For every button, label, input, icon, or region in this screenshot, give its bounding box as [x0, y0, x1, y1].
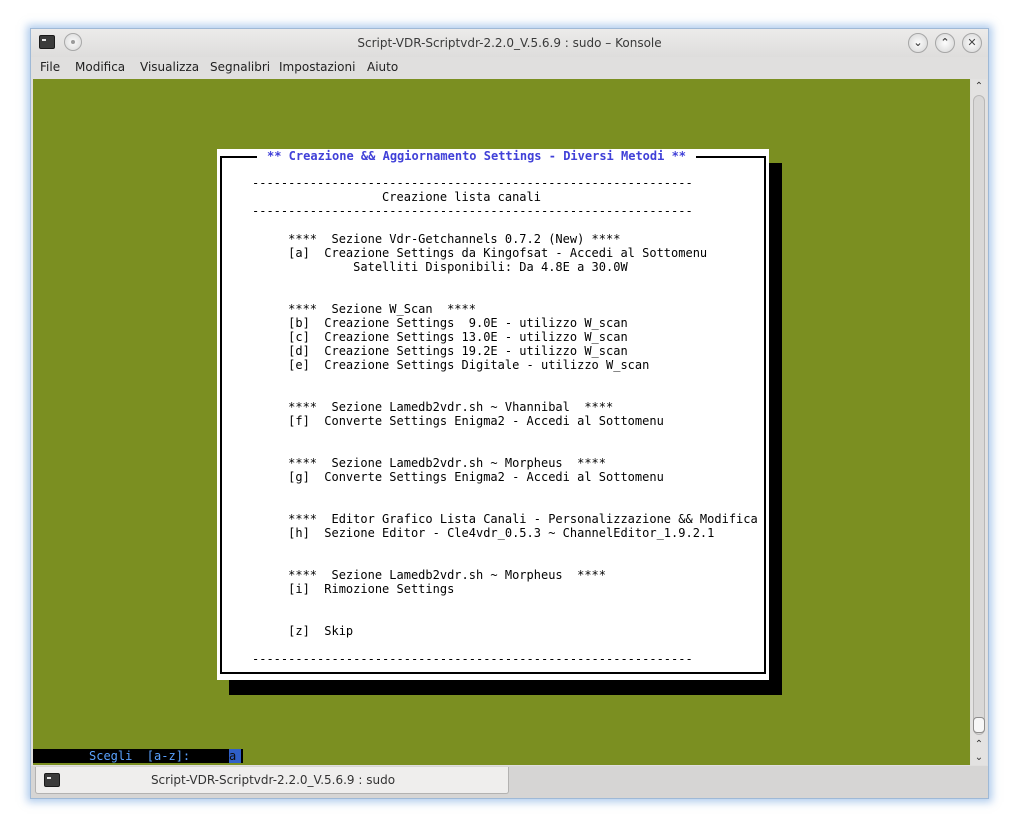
group-header-wscan: **** Sezione W_Scan **** — [252, 302, 476, 316]
option-d[interactable]: [d] Creazione Settings 19.2E - utilizzo … — [252, 344, 628, 358]
menu-dialog: ** Creazione && Aggiornamento Settings -… — [217, 149, 769, 680]
dialog-body: ----------------------------------------… — [252, 176, 767, 666]
konsole-window: Script-VDR-Scriptvdr-2.2.0_V.5.6.9 : sud… — [30, 28, 989, 799]
option-g[interactable]: [g] Converte Settings Enigma2 - Accedi a… — [252, 470, 664, 484]
menu-visualizza[interactable]: Visualizza — [140, 60, 199, 74]
window-title: Script-VDR-Scriptvdr-2.2.0_V.5.6.9 : sud… — [357, 36, 662, 50]
separator-line: ----------------------------------------… — [252, 204, 693, 218]
scroll-down-arrow-icon[interactable]: ⌄ — [971, 752, 987, 764]
separator-line: ----------------------------------------… — [252, 652, 693, 666]
group-header-morpheus-removal: **** Sezione Lamedb2vdr.sh ~ Morpheus **… — [252, 568, 607, 582]
scroll-track[interactable] — [973, 95, 985, 735]
menu-file[interactable]: File — [40, 60, 60, 74]
tab-bar: Script-VDR-Scriptvdr-2.2.0_V.5.6.9 : sud… — [31, 766, 988, 798]
option-z[interactable]: [z] Skip — [252, 624, 353, 638]
menu-aiuto[interactable]: Aiuto — [367, 60, 398, 74]
section-heading: Creazione lista canali — [252, 190, 541, 204]
option-b[interactable]: [b] Creazione Settings 9.0E - utilizzo W… — [252, 316, 628, 330]
option-h[interactable]: [h] Sezione Editor - Cle4vdr_0.5.3 ~ Cha… — [252, 526, 714, 540]
scroll-up-arrow-icon[interactable]: ⌃ — [971, 739, 987, 751]
group-header-vhannibal: **** Sezione Lamedb2vdr.sh ~ Vhannibal *… — [252, 400, 614, 414]
close-button[interactable]: ✕ — [962, 33, 982, 53]
option-a-note: Satelliti Disponibili: Da 4.8E a 30.0W — [252, 260, 628, 274]
prompt-label: Scegli [a-z]: — [89, 749, 191, 763]
option-e[interactable]: [e] Creazione Settings Digitale - utiliz… — [252, 358, 649, 372]
group-header-morpheus: **** Sezione Lamedb2vdr.sh ~ Morpheus **… — [252, 456, 607, 470]
scroll-thumb[interactable] — [973, 717, 985, 733]
option-c[interactable]: [c] Creazione Settings 13.0E - utilizzo … — [252, 330, 628, 344]
group-header-getchannels: **** Sezione Vdr-Getchannels 0.7.2 (New)… — [252, 232, 621, 246]
minimize-button[interactable]: ⌄ — [908, 33, 928, 53]
menu-impostazioni[interactable]: Impostazioni — [279, 60, 355, 74]
option-f[interactable]: [f] Converte Settings Enigma2 - Accedi a… — [252, 414, 664, 428]
vertical-scrollbar[interactable]: ⌃ ⌃ ⌄ — [971, 79, 987, 765]
terminal-area[interactable]: ** Creazione && Aggiornamento Settings -… — [33, 79, 970, 765]
prompt-bar: Scegli [a-z]: a — [33, 749, 243, 763]
menu-bar: File Modifica Visualizza Segnalibri Impo… — [31, 57, 988, 77]
group-header-editor: **** Editor Grafico Lista Canali - Perso… — [252, 512, 758, 526]
scroll-up-arrow-icon[interactable]: ⌃ — [971, 81, 987, 93]
title-bar[interactable]: Script-VDR-Scriptvdr-2.2.0_V.5.6.9 : sud… — [31, 29, 988, 57]
dialog-title: ** Creazione && Aggiornamento Settings -… — [257, 149, 697, 163]
session-tab[interactable]: Script-VDR-Scriptvdr-2.2.0_V.5.6.9 : sud… — [35, 767, 509, 794]
option-a[interactable]: [a] Creazione Settings da Kingofsat - Ac… — [252, 246, 707, 260]
menu-modifica[interactable]: Modifica — [75, 60, 125, 74]
separator-line: ----------------------------------------… — [252, 176, 693, 190]
session-tab-label: Script-VDR-Scriptvdr-2.2.0_V.5.6.9 : sud… — [150, 773, 396, 787]
menu-segnalibri[interactable]: Segnalibri — [210, 60, 270, 74]
prompt-input[interactable]: a — [229, 749, 241, 763]
option-i[interactable]: [i] Rimozione Settings — [252, 582, 454, 596]
maximize-button[interactable]: ⌃ — [935, 33, 955, 53]
